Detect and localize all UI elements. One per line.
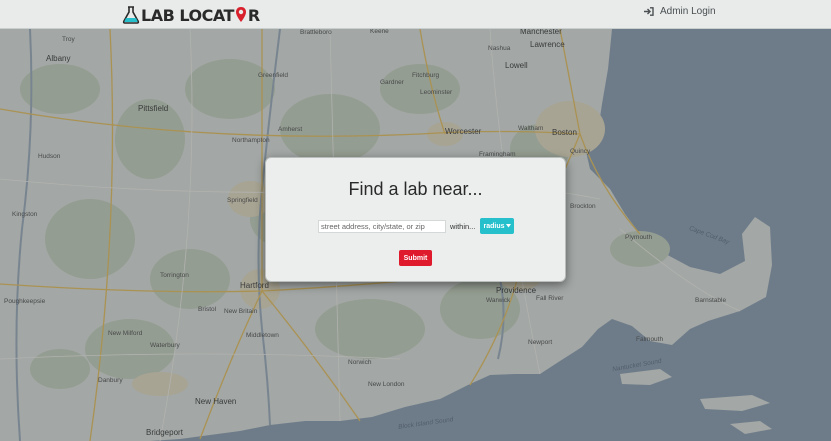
find-lab-modal: Find a lab near... within... radius Subm… — [265, 157, 566, 282]
submit-button[interactable]: Submit — [399, 250, 432, 266]
radius-dropdown-button[interactable]: radius — [480, 218, 514, 234]
brand-text-end: R — [247, 5, 260, 25]
top-navbar: LAB LOCAT R Admin Login — [0, 0, 831, 29]
admin-login-link[interactable]: Admin Login — [644, 6, 716, 17]
brand-text: LAB LOCAT R — [141, 6, 260, 25]
caret-down-icon — [505, 224, 511, 228]
flask-icon — [122, 6, 140, 24]
map-pin-icon — [235, 7, 246, 22]
modal-title: Find a lab near... — [348, 179, 483, 199]
radius-label: radius — [483, 222, 505, 230]
brand-text-main: LAB LOCAT — [141, 5, 234, 25]
admin-login-label: Admin Login — [660, 6, 716, 17]
brand-logo[interactable]: LAB LOCAT R — [121, 4, 260, 26]
location-search-input[interactable] — [318, 220, 446, 233]
sign-in-icon — [644, 7, 654, 16]
within-label: within... — [450, 222, 476, 231]
